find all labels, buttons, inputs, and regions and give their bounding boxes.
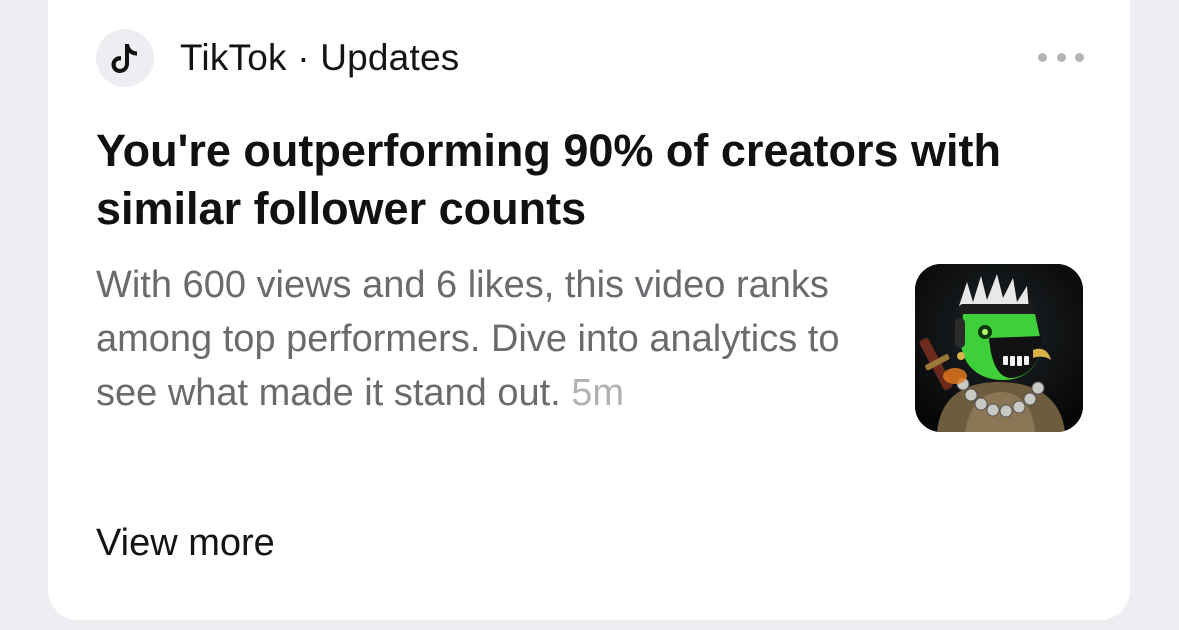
more-options-button[interactable] <box>1038 47 1084 67</box>
more-horizontal-icon-dot <box>1075 52 1084 62</box>
more-horizontal-icon-dot <box>1056 52 1066 62</box>
notification-title: You're outperforming 90% of creators wit… <box>96 125 1001 234</box>
notification-body: With 600 views and 6 likes, this video r… <box>96 258 886 420</box>
video-thumbnail[interactable] <box>915 264 1083 432</box>
notification-header: TikTok · Updates <box>96 28 459 88</box>
more-horizontal-icon <box>1038 52 1047 62</box>
app-name: TikTok · Updates <box>180 37 460 78</box>
view-more-link[interactable]: View more <box>96 522 275 565</box>
timestamp: 5m <box>571 372 625 414</box>
tiktok-logo-icon <box>96 29 154 87</box>
green-skull-character-image <box>915 264 1083 432</box>
notification-card[interactable]: TikTok · Updates You're outperforming 90… <box>48 0 1130 620</box>
notification-message: With 600 views and 6 likes, this video r… <box>96 264 840 414</box>
